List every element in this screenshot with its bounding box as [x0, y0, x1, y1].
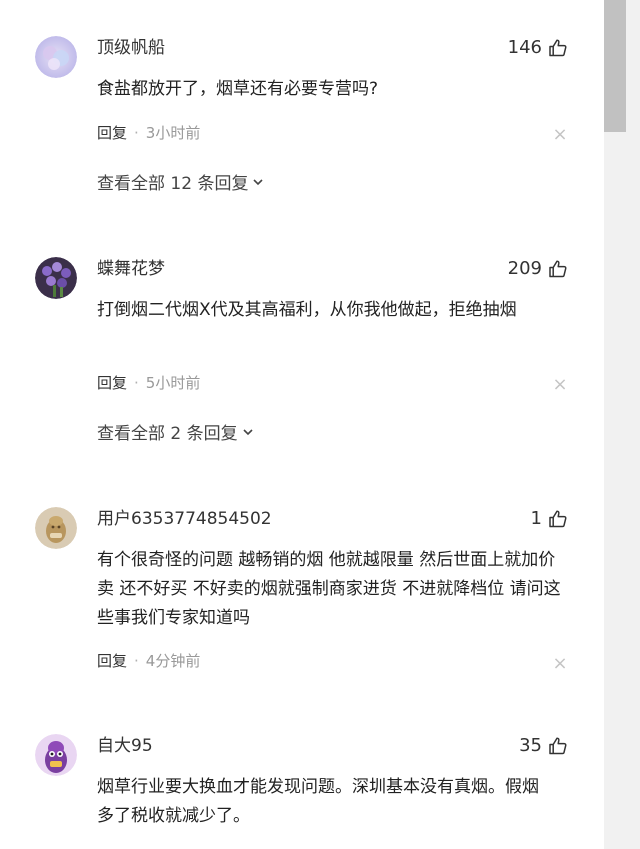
comment-meta: 回复 · 3小时前 — [97, 122, 200, 144]
thumbs-up-icon[interactable] — [548, 38, 568, 58]
like-button[interactable]: 35 — [519, 734, 568, 758]
like-count: 35 — [519, 735, 542, 756]
comment-text: 打倒烟二代烟X代及其高福利，从你我他做起，拒绝抽烟 — [97, 300, 517, 320]
avatar[interactable] — [35, 507, 77, 549]
reply-button[interactable]: 回复 — [97, 124, 127, 142]
like-count: 209 — [507, 258, 542, 279]
close-icon[interactable]: × — [552, 655, 568, 673]
like-button[interactable]: 146 — [508, 36, 568, 60]
reply-button[interactable]: 回复 — [97, 652, 127, 670]
timestamp: 4分钟前 — [145, 652, 201, 670]
close-icon[interactable]: × — [552, 376, 568, 394]
username[interactable]: 自大95 — [97, 734, 153, 758]
like-count: 146 — [507, 37, 542, 58]
separator-dot: · — [134, 374, 139, 392]
comment-meta: 回复 · 5小时前 — [97, 372, 200, 394]
like-button[interactable]: 209 — [508, 257, 568, 281]
like-count: 1 — [530, 508, 542, 529]
reply-button[interactable]: 回复 — [97, 374, 127, 392]
chevron-down-icon — [251, 172, 265, 196]
thumbs-up-icon[interactable] — [548, 736, 568, 756]
chevron-down-icon — [241, 422, 255, 446]
comment-feed: 顶级帆船 146 食盐都放开了，烟草还有必要专营吗? 回复 · 3小时前 × 查看全… — [0, 0, 604, 849]
comment-meta: 回复 · 4分钟前 — [97, 650, 200, 672]
avatar[interactable] — [35, 734, 77, 776]
thumbs-up-icon[interactable] — [548, 509, 568, 529]
avatar[interactable] — [35, 36, 77, 78]
username[interactable]: 用户6353774854502 — [97, 507, 272, 531]
expand-replies-button[interactable]: 查看全部 2 条回复 — [97, 422, 255, 446]
like-button[interactable]: 1 — [531, 507, 568, 531]
separator-dot: · — [134, 124, 139, 142]
avatar[interactable] — [35, 257, 77, 299]
expand-replies-label: 查看全部 12 条回复 — [97, 174, 249, 194]
username[interactable]: 顶级帆船 — [97, 36, 165, 60]
scrollbar-thumb[interactable] — [604, 0, 626, 132]
thumbs-up-icon[interactable] — [548, 259, 568, 279]
timestamp: 3小时前 — [145, 124, 201, 142]
expand-replies-button[interactable]: 查看全部 12 条回复 — [97, 172, 265, 196]
comment-text: 烟草行业要大换血才能发现问题。深圳基本没有真烟。假烟多了税收就减少了。 — [97, 777, 539, 826]
separator-dot: · — [134, 652, 139, 670]
close-icon[interactable]: × — [552, 126, 568, 144]
timestamp: 5小时前 — [145, 374, 201, 392]
comment-text: 食盐都放开了，烟草还有必要专营吗? — [97, 79, 379, 99]
comment-text: 有个很奇怪的问题 越畅销的烟 他就越限量 然后世面上就加价卖 还不好买 不好卖的… — [97, 550, 561, 628]
expand-replies-label: 查看全部 2 条回复 — [97, 424, 238, 444]
username[interactable]: 蝶舞花梦 — [97, 257, 165, 281]
